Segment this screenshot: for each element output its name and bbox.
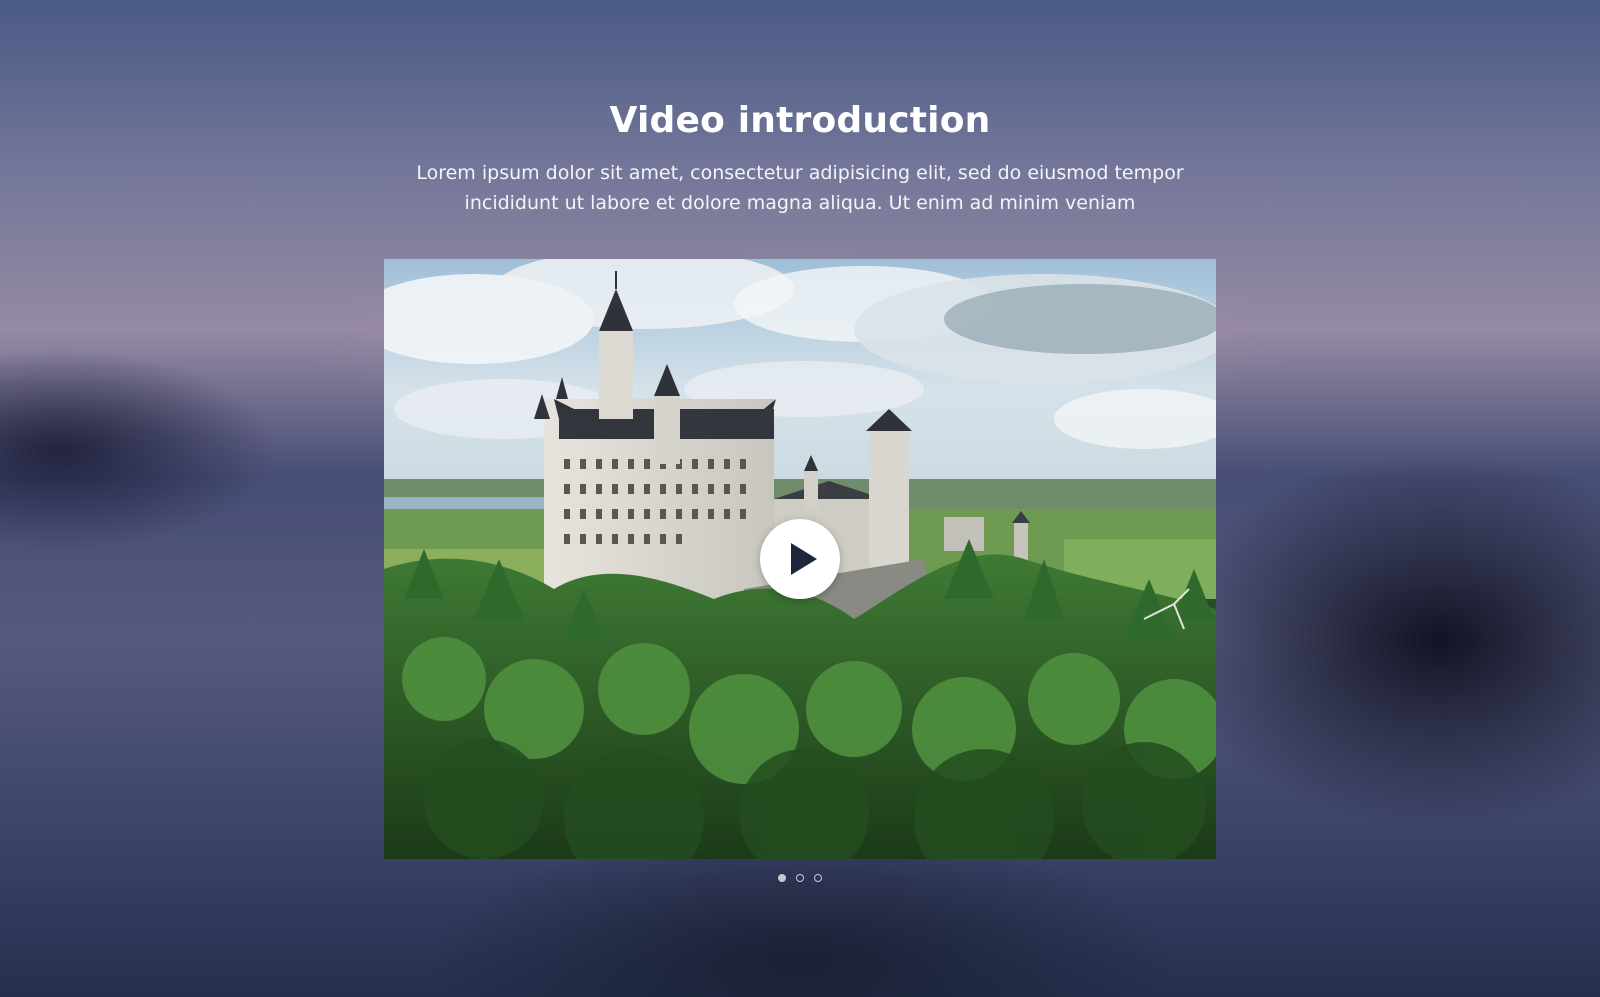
play-button[interactable] <box>760 519 840 599</box>
section-title: Video introduction <box>609 100 991 141</box>
carousel-dot-2[interactable] <box>796 874 804 882</box>
carousel-dot-3[interactable] <box>814 874 822 882</box>
section-subtitle: Lorem ipsum dolor sit amet, consectetur … <box>416 162 1184 214</box>
video-intro-section: Video introduction Lorem ipsum dolor sit… <box>0 0 1600 997</box>
video-player[interactable] <box>384 259 1216 859</box>
carousel-dot-1[interactable] <box>778 874 786 882</box>
play-icon <box>791 543 817 575</box>
carousel-pagination <box>0 874 1600 882</box>
